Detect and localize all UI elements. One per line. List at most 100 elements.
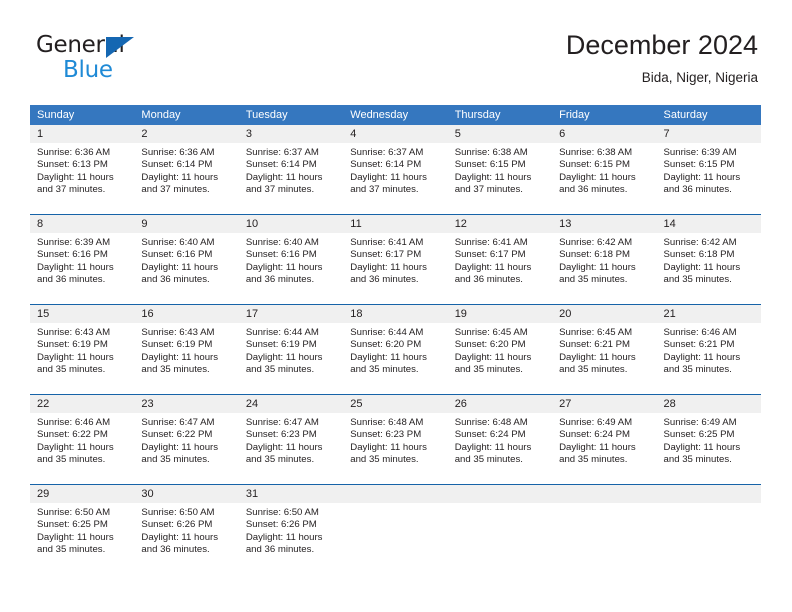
day-cell[interactable]: 19 Sunrise: 6:45 AM Sunset: 6:20 PM Dayl… — [447, 305, 553, 394]
sunrise-text: Sunrise: 6:40 AM — [245, 237, 319, 248]
sunset-text: Sunset: 6:25 PM — [37, 519, 108, 531]
sunrise-text: Sunrise: 6:44 AM — [245, 327, 319, 338]
day-number: 12 — [447, 215, 553, 233]
day-number — [343, 485, 448, 503]
day-cell[interactable]: 29 Sunrise: 6:50 AM Sunset: 6:25 PM Dayl… — [30, 485, 135, 574]
day-info: Sunrise: 6:38 AM Sunset: 6:15 PM Dayligh… — [552, 143, 656, 196]
day-cell[interactable]: 2 Sunrise: 6:36 AM Sunset: 6:14 PM Dayli… — [134, 125, 239, 214]
sunrise-text: Sunrise: 6:49 AM — [559, 417, 633, 428]
daylight-line2: and 37 minutes. — [245, 183, 315, 195]
daylight-line2: and 35 minutes. — [141, 453, 210, 465]
sunrise-text: Sunrise: 6:37 AM — [350, 147, 424, 158]
day-cell[interactable]: 12 Sunrise: 6:41 AM Sunset: 6:17 PM Dayl… — [447, 215, 553, 304]
day-cell[interactable]: 16 Sunrise: 6:43 AM Sunset: 6:19 PM Dayl… — [134, 305, 239, 394]
day-cell[interactable]: 4 Sunrise: 6:37 AM Sunset: 6:14 PM Dayli… — [343, 125, 448, 214]
daylight-line2: and 37 minutes. — [37, 183, 106, 195]
day-info: Sunrise: 6:37 AM Sunset: 6:14 PM Dayligh… — [343, 143, 447, 196]
weekday-header-row: Sunday Monday Tuesday Wednesday Thursday… — [30, 105, 761, 125]
weekday-header-saturday: Saturday — [663, 109, 708, 121]
day-cell[interactable]: 8 Sunrise: 6:39 AM Sunset: 6:16 PM Dayli… — [30, 215, 135, 304]
daylight-line2: and 36 minutes. — [245, 273, 315, 285]
day-cell[interactable]: 23 Sunrise: 6:47 AM Sunset: 6:22 PM Dayl… — [134, 395, 239, 484]
sunset-text: Sunset: 6:14 PM — [350, 159, 422, 171]
day-info: Sunrise: 6:40 AM Sunset: 6:16 PM Dayligh… — [239, 233, 343, 286]
sunrise-text: Sunrise: 6:45 AM — [559, 327, 633, 338]
day-cell[interactable]: 20 Sunrise: 6:45 AM Sunset: 6:21 PM Dayl… — [552, 305, 657, 394]
week-row: 1 Sunrise: 6:36 AM Sunset: 6:13 PM Dayli… — [30, 125, 761, 214]
day-cell[interactable]: 10 Sunrise: 6:40 AM Sunset: 6:16 PM Dayl… — [238, 215, 344, 304]
sunset-text: Sunset: 6:16 PM — [37, 249, 108, 261]
day-cell[interactable]: 21 Sunrise: 6:46 AM Sunset: 6:21 PM Dayl… — [656, 305, 761, 394]
daylight-line2: and 35 minutes. — [454, 363, 523, 375]
sunrise-text: Sunrise: 6:46 AM — [663, 327, 737, 338]
daylight-line2: and 35 minutes. — [559, 453, 628, 465]
day-cell[interactable]: 30 Sunrise: 6:50 AM Sunset: 6:26 PM Dayl… — [134, 485, 239, 574]
day-cell[interactable]: 28 Sunrise: 6:49 AM Sunset: 6:25 PM Dayl… — [656, 395, 761, 484]
day-info: Sunrise: 6:36 AM Sunset: 6:13 PM Dayligh… — [30, 143, 134, 196]
day-cell[interactable]: 18 Sunrise: 6:44 AM Sunset: 6:20 PM Dayl… — [343, 305, 448, 394]
day-cell[interactable]: 7 Sunrise: 6:39 AM Sunset: 6:15 PM Dayli… — [656, 125, 761, 214]
day-cell[interactable]: 27 Sunrise: 6:49 AM Sunset: 6:24 PM Dayl… — [552, 395, 657, 484]
day-number: 5 — [447, 125, 553, 143]
sunrise-text: Sunrise: 6:50 AM — [141, 507, 215, 518]
daylight-line2: and 37 minutes. — [350, 183, 419, 195]
day-info: Sunrise: 6:45 AM Sunset: 6:20 PM Dayligh… — [448, 323, 552, 376]
day-cell[interactable]: 11 Sunrise: 6:41 AM Sunset: 6:17 PM Dayl… — [343, 215, 448, 304]
sunset-text: Sunset: 6:17 PM — [454, 249, 526, 261]
day-cell[interactable]: 6 Sunrise: 6:38 AM Sunset: 6:15 PM Dayli… — [552, 125, 657, 214]
sunrise-text: Sunrise: 6:47 AM — [141, 417, 215, 428]
day-cell[interactable]: 13 Sunrise: 6:42 AM Sunset: 6:18 PM Dayl… — [552, 215, 657, 304]
day-cell[interactable]: 9 Sunrise: 6:40 AM Sunset: 6:16 PM Dayli… — [134, 215, 239, 304]
day-cell[interactable]: 15 Sunrise: 6:43 AM Sunset: 6:19 PM Dayl… — [30, 305, 135, 394]
day-cell[interactable]: 24 Sunrise: 6:47 AM Sunset: 6:23 PM Dayl… — [238, 395, 344, 484]
daylight-line1: Daylight: 11 hours — [559, 441, 636, 453]
day-cell[interactable]: 3 Sunrise: 6:37 AM Sunset: 6:14 PM Dayli… — [238, 125, 344, 214]
daylight-line1: Daylight: 11 hours — [350, 351, 427, 363]
day-cell-empty — [447, 485, 553, 574]
day-number: 10 — [238, 215, 344, 233]
day-number: 15 — [30, 305, 135, 323]
daylight-line2: and 35 minutes. — [350, 453, 419, 465]
day-cell[interactable]: 31 Sunrise: 6:50 AM Sunset: 6:26 PM Dayl… — [238, 485, 344, 574]
daylight-line2: and 36 minutes. — [141, 543, 210, 555]
day-cell[interactable]: 1 Sunrise: 6:36 AM Sunset: 6:13 PM Dayli… — [30, 125, 135, 214]
day-number: 24 — [238, 395, 344, 413]
sunrise-text: Sunrise: 6:39 AM — [37, 237, 111, 248]
day-info: Sunrise: 6:43 AM Sunset: 6:19 PM Dayligh… — [134, 323, 238, 376]
day-info: Sunrise: 6:40 AM Sunset: 6:16 PM Dayligh… — [134, 233, 238, 286]
day-info: Sunrise: 6:46 AM Sunset: 6:21 PM Dayligh… — [657, 323, 761, 376]
day-cell[interactable]: 14 Sunrise: 6:42 AM Sunset: 6:18 PM Dayl… — [656, 215, 761, 304]
daylight-line1: Daylight: 11 hours — [454, 171, 532, 183]
sunset-text: Sunset: 6:22 PM — [37, 429, 108, 441]
weekday-header-tuesday: Tuesday — [245, 109, 288, 121]
day-info: Sunrise: 6:49 AM Sunset: 6:24 PM Dayligh… — [552, 413, 656, 466]
sunrise-text: Sunrise: 6:47 AM — [245, 417, 319, 428]
day-cell[interactable]: 26 Sunrise: 6:48 AM Sunset: 6:24 PM Dayl… — [447, 395, 553, 484]
daylight-line2: and 35 minutes. — [245, 363, 315, 375]
daylight-line2: and 36 minutes. — [663, 183, 732, 195]
day-cell[interactable]: 22 Sunrise: 6:46 AM Sunset: 6:22 PM Dayl… — [30, 395, 135, 484]
day-number — [447, 485, 553, 503]
daylight-line1: Daylight: 11 hours — [37, 351, 114, 363]
day-cell[interactable]: 5 Sunrise: 6:38 AM Sunset: 6:15 PM Dayli… — [447, 125, 553, 214]
day-cell[interactable]: 17 Sunrise: 6:44 AM Sunset: 6:19 PM Dayl… — [238, 305, 344, 394]
daylight-line1: Daylight: 11 hours — [141, 171, 219, 183]
day-number: 31 — [238, 485, 344, 503]
daylight-line1: Daylight: 11 hours — [454, 441, 532, 453]
daylight-line1: Daylight: 11 hours — [141, 441, 219, 453]
daylight-line1: Daylight: 11 hours — [559, 171, 636, 183]
sunset-text: Sunset: 6:21 PM — [663, 339, 735, 351]
day-number: 19 — [447, 305, 553, 323]
day-cell[interactable]: 25 Sunrise: 6:48 AM Sunset: 6:23 PM Dayl… — [343, 395, 448, 484]
day-info: Sunrise: 6:46 AM Sunset: 6:22 PM Dayligh… — [30, 413, 134, 466]
generalblue-logo[interactable]: General Blue — [36, 34, 166, 84]
daylight-line2: and 35 minutes. — [663, 273, 732, 285]
sunset-text: Sunset: 6:18 PM — [663, 249, 735, 261]
location-subtitle: Bida, Niger, Nigeria — [641, 70, 758, 86]
daylight-line1: Daylight: 11 hours — [245, 171, 323, 183]
day-number: 26 — [447, 395, 553, 413]
day-info: Sunrise: 6:47 AM Sunset: 6:23 PM Dayligh… — [239, 413, 343, 466]
day-number: 18 — [343, 305, 448, 323]
daylight-line1: Daylight: 11 hours — [559, 351, 636, 363]
sunrise-text: Sunrise: 6:48 AM — [350, 417, 424, 428]
